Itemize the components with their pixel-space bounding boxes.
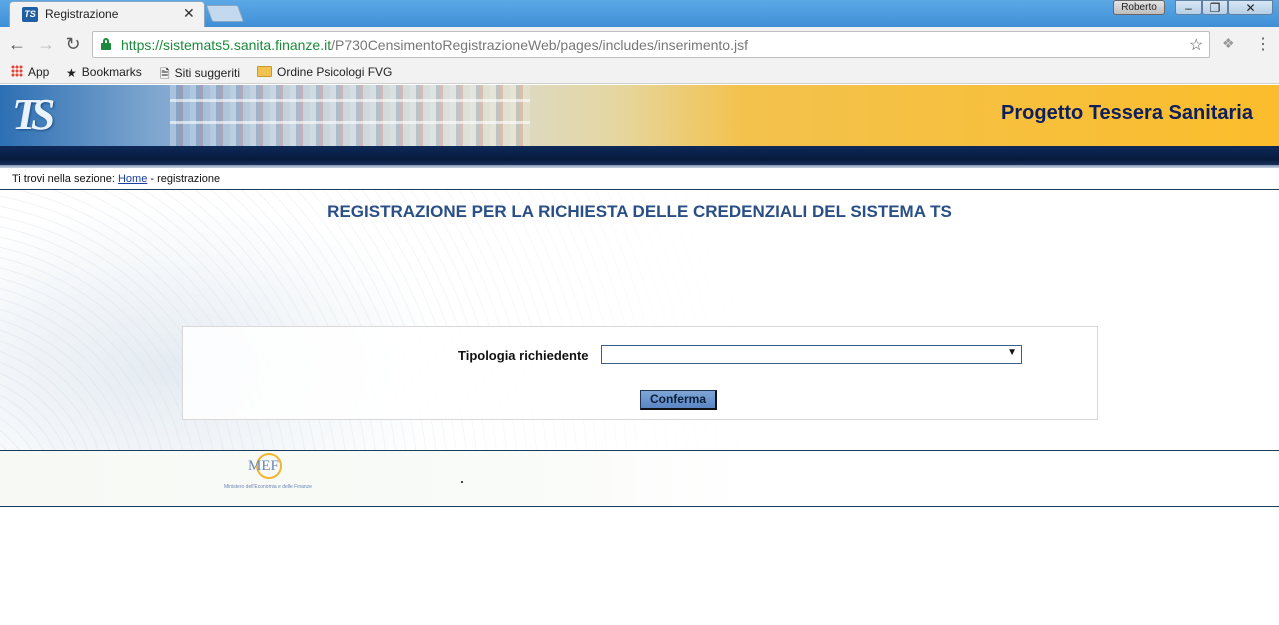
- forward-icon[interactable]: →: [36, 34, 56, 55]
- banner-pharmacy-image: [170, 85, 530, 146]
- breadcrumb-home-link[interactable]: Home: [118, 173, 147, 185]
- restore-icon[interactable]: ❐: [1202, 0, 1228, 15]
- menu-icon[interactable]: ⋮: [1255, 34, 1271, 54]
- dropdown-arrow-icon: ▼: [1007, 347, 1017, 358]
- divider: [0, 506, 1279, 507]
- breadcrumb: Ti trovi nella sezione: Home - registraz…: [12, 173, 221, 185]
- tab-title: Registrazione: [45, 7, 119, 21]
- web-page: TS Progetto Tessera Sanitaria Ti trovi n…: [0, 85, 1279, 625]
- browser-tab[interactable]: TS Registrazione ✕: [9, 1, 205, 27]
- header-banner: TS Progetto Tessera Sanitaria: [0, 85, 1279, 146]
- apps-grid-icon: [11, 65, 23, 77]
- star-filled-icon: ★: [66, 66, 77, 80]
- address-bar[interactable]: https://sistemats5.sanita.finanze.it/P73…: [92, 31, 1210, 58]
- page-title: REGISTRAZIONE PER LA RICHIESTA DELLE CRE…: [327, 202, 952, 221]
- tab-close-icon[interactable]: ✕: [183, 5, 195, 22]
- extension-icon[interactable]: ❖: [1222, 35, 1235, 52]
- new-tab-button[interactable]: [205, 5, 245, 22]
- browser-toolbar: ← → ↻ https://sistemats5.sanita.finanze.…: [0, 27, 1279, 62]
- mef-caption: Ministero dell'Economia e delle Finanze: [224, 484, 312, 490]
- tipologia-select[interactable]: ▼: [601, 345, 1022, 364]
- folder-icon: [257, 66, 272, 77]
- footer: MEF Ministero dell'Economia e delle Fina…: [0, 451, 1279, 506]
- url-text[interactable]: https://sistemats5.sanita.finanze.it/P73…: [121, 37, 748, 53]
- bookmark-suggested[interactable]: 🗎 Siti suggeriti: [160, 65, 240, 86]
- star-icon[interactable]: ☆: [1189, 35, 1203, 55]
- ts-logo: TS: [12, 90, 55, 139]
- close-window-icon[interactable]: ✕: [1228, 0, 1273, 15]
- minimize-icon[interactable]: –: [1175, 0, 1202, 15]
- page-icon: 🗎: [160, 67, 170, 81]
- lock-icon: [101, 38, 111, 50]
- breadcrumb-current: registrazione: [157, 173, 221, 185]
- reload-icon[interactable]: ↻: [63, 34, 83, 55]
- back-icon[interactable]: ←: [7, 34, 27, 55]
- header-navy-bar: [0, 146, 1279, 168]
- tipologia-label: Tipologia richiedente: [458, 348, 589, 363]
- site-title: Progetto Tessera Sanitaria: [1001, 102, 1253, 124]
- registration-form: Tipologia richiedente ▼ Conferma: [182, 326, 1098, 420]
- browser-titlebar: TS Registrazione ✕ Roberto – ❐ ✕: [0, 0, 1279, 27]
- bookmark-bookmarks[interactable]: ★ Bookmarks: [66, 65, 142, 80]
- conferma-button[interactable]: Conferma: [640, 390, 717, 410]
- bookmarks-bar: App ★ Bookmarks 🗎 Siti suggeriti Ordine Ps…: [0, 62, 1279, 84]
- mef-logo: MEF: [246, 453, 282, 483]
- bookmark-folder[interactable]: Ordine Psicologi FVG: [257, 65, 392, 79]
- ts-favicon-icon: TS: [22, 7, 38, 22]
- profile-button[interactable]: Roberto: [1113, 0, 1165, 15]
- bookmark-apps[interactable]: App: [11, 65, 49, 79]
